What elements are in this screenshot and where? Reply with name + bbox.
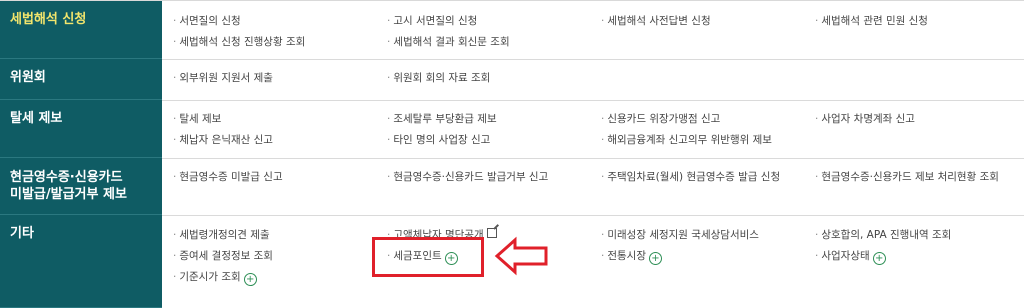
list-item[interactable]: · 탈세 제보 — [173, 112, 221, 126]
bullet-icon: · — [815, 15, 819, 27]
bullet-icon: · — [815, 171, 819, 183]
plus-circle-icon: + — [243, 273, 257, 286]
list-item[interactable]: · 조세탈루 부당환급 제보 — [387, 112, 497, 126]
list-item[interactable]: · 세법해석 결과 회신문 조회 — [387, 35, 510, 49]
arrow-left-icon — [494, 236, 548, 276]
bullet-icon: · — [173, 229, 177, 241]
menu-row-tax-interpretation: 세법해석 신청 · 서면질의 신청 · 고시 서면질의 신청 · 세법해석 사전답변 … — [0, 1, 1024, 60]
bullet-icon: · — [387, 36, 391, 48]
menu-row-tax-evasion-report: 탈세 제보 · 탈세 제보 · 조세탈루 부당환급 제보 · 신용카드 위장가맹점 신… — [0, 100, 1024, 159]
plus-circle-icon: + — [872, 252, 886, 265]
list-item[interactable]: · 서면질의 신청 — [173, 14, 241, 28]
list-item[interactable]: · 사업자상태 + — [815, 249, 886, 265]
bullet-icon: · — [601, 134, 605, 146]
bullet-icon: · — [173, 36, 177, 48]
list-item[interactable]: · 세법해석 관련 민원 신청 — [815, 14, 928, 28]
list-item[interactable]: · 타인 명의 사업장 신고 — [387, 133, 490, 147]
category-line: 현금영수증·신용카드 — [10, 170, 123, 185]
list-item[interactable]: · 체납자 은닉재산 신고 — [173, 133, 273, 147]
list-item[interactable]: · 현금영수증·신용카드 발급거부 신고 — [387, 170, 548, 184]
bullet-icon: · — [601, 15, 605, 27]
bullet-icon: · — [601, 250, 605, 262]
highlight-box — [372, 237, 484, 277]
bullet-icon: · — [815, 113, 819, 125]
list-item[interactable]: · 주택임차료(월세) 현금영수증 발급 신청 — [601, 170, 780, 184]
category-line: 미발급/발급거부 제보 — [10, 187, 127, 202]
category-tax-evasion-report[interactable]: 탈세 제보 — [0, 100, 162, 158]
list-item[interactable]: · 상호합의, APA 진행내역 조회 — [815, 228, 951, 242]
bullet-icon: · — [601, 171, 605, 183]
list-item[interactable]: · 기준시가 조회 + — [173, 270, 257, 286]
bullet-icon: · — [601, 229, 605, 241]
bullet-icon: · — [387, 171, 391, 183]
bullet-icon: · — [173, 15, 177, 27]
category-tax-interpretation[interactable]: 세법해석 신청 — [0, 1, 162, 59]
list-item[interactable]: · 세법해석 신청 진행상황 조회 — [173, 35, 305, 49]
plus-circle-icon: + — [648, 252, 662, 265]
menu-row-cash-receipt-report: 현금영수증·신용카드 미발급/발급거부 제보 · 현금영수증 미발급 신고 · 현금… — [0, 158, 1024, 216]
list-item[interactable]: · 전통시장 + — [601, 249, 662, 265]
list-item[interactable]: · 위원회 회의 자료 조회 — [387, 71, 490, 85]
bullet-icon: · — [815, 250, 819, 262]
bullet-icon: · — [387, 134, 391, 146]
bullet-icon: · — [387, 15, 391, 27]
menu-row-committee: 위원회 · 외부위원 지원서 제출 · 위원회 회의 자료 조회 — [0, 59, 1024, 101]
list-item[interactable]: · 현금영수증·신용카드 제보 처리현황 조회 — [815, 170, 999, 184]
category-committee[interactable]: 위원회 — [0, 59, 162, 100]
bullet-icon: · — [387, 113, 391, 125]
bullet-icon: · — [601, 113, 605, 125]
bullet-icon: · — [387, 72, 391, 84]
bullet-icon: · — [173, 72, 177, 84]
bullet-icon: · — [173, 113, 177, 125]
list-item[interactable]: · 신용카드 위장가맹점 신고 — [601, 112, 720, 126]
bullet-icon: · — [173, 171, 177, 183]
bullet-icon: · — [173, 250, 177, 262]
category-etc[interactable]: 기타 — [0, 215, 162, 308]
list-item[interactable]: · 고시 서면질의 신청 — [387, 14, 477, 28]
list-item[interactable]: · 세법령개정의견 제출 — [173, 228, 270, 242]
bullet-icon: · — [815, 229, 819, 241]
list-item[interactable]: · 세법해석 사전답변 신청 — [601, 14, 711, 28]
category-cash-receipt-report[interactable]: 현금영수증·신용카드 미발급/발급거부 제보 — [0, 158, 162, 215]
list-item[interactable]: · 미래성장 세정지원 국세상담서비스 — [601, 228, 759, 242]
list-item[interactable]: · 사업자 차명계좌 신고 — [815, 112, 915, 126]
list-item[interactable]: · 외부위원 지원서 제출 — [173, 71, 273, 85]
list-item[interactable]: · 해외금융계좌 신고의무 위반행위 제보 — [601, 133, 772, 147]
bullet-icon: · — [173, 271, 177, 283]
list-item[interactable]: · 현금영수증 미발급 신고 — [173, 170, 283, 184]
list-item[interactable]: · 증여세 결정정보 조회 — [173, 249, 273, 263]
bullet-icon: · — [173, 134, 177, 146]
